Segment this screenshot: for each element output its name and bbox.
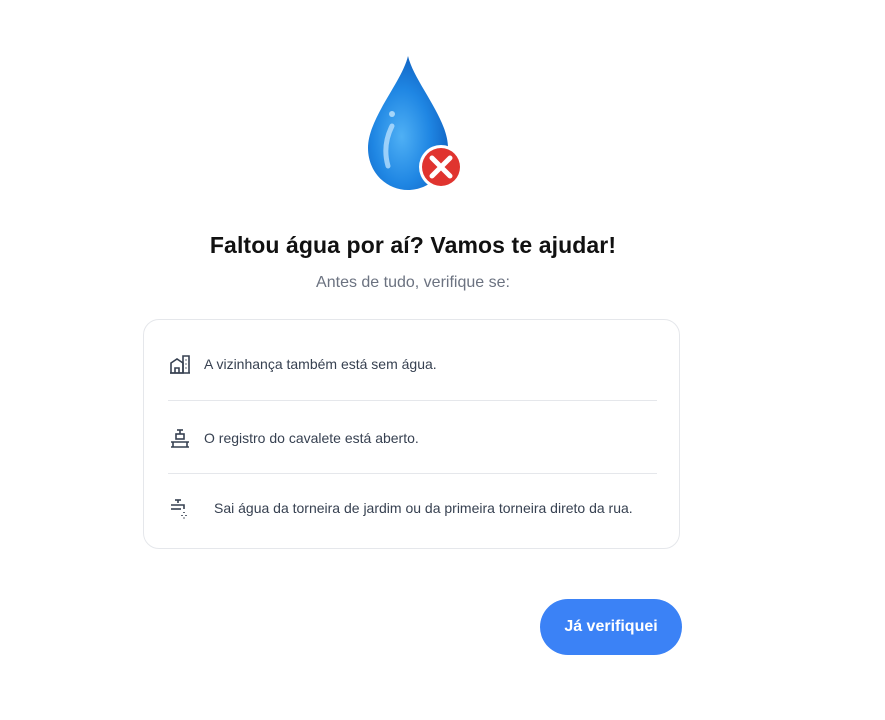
water-meter-valve-icon [168,426,192,450]
checklist-item-label: O registro do cavalete está aberto. [204,430,419,446]
checklist-item-label: A vizinhança também está sem água. [204,356,437,372]
divider [168,473,657,474]
checklist-item-neighborhood: A vizinhança também está sem água. [168,352,657,376]
garden-faucet-icon [168,496,192,520]
checklist-item-label: Sai água da torneira de jardim ou da pri… [214,500,633,516]
page-subtitle: Antes de tudo, verifique se: [316,274,510,291]
already-checked-button[interactable]: Já verifiquei [540,599,682,655]
checklist-item-valve: O registro do cavalete está aberto. [168,426,657,450]
checklist-item-faucet: Sai água da torneira de jardim ou da pri… [168,496,657,520]
page: Faltou água por aí? Vamos te ajudar! Ant… [0,0,885,720]
water-drop-with-red-x-icon [362,52,468,194]
divider [168,400,657,401]
page-title: Faltou água por aí? Vamos te ajudar! [209,232,617,258]
checklist-card: A vizinhança também está sem água. O reg… [143,319,680,549]
neighborhood-buildings-icon [168,352,192,376]
